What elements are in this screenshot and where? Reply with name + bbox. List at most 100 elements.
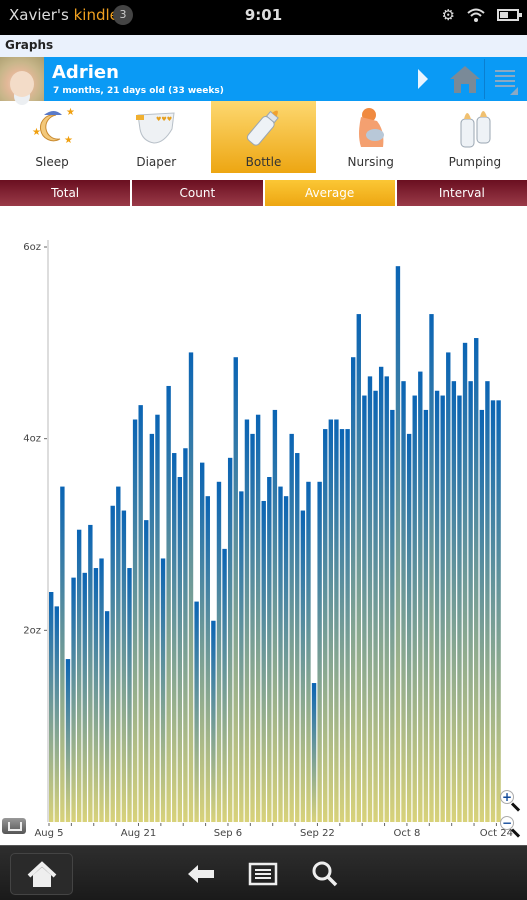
bar[interactable] [233,357,238,822]
bar[interactable] [82,572,87,822]
bar[interactable] [429,314,434,822]
bar[interactable] [300,510,306,822]
nav-home-button[interactable] [10,853,73,895]
bar[interactable] [272,409,278,822]
bar[interactable] [345,429,350,822]
bar[interactable] [485,381,490,822]
bar[interactable] [99,558,104,822]
bar[interactable] [462,342,468,822]
bar[interactable] [423,409,429,822]
bar[interactable] [395,266,401,822]
bar[interactable] [216,481,222,822]
bar[interactable] [200,462,205,823]
avatar[interactable] [0,57,44,101]
zoom-in-icon[interactable]: + [500,790,524,814]
bar[interactable] [496,400,501,822]
bar[interactable] [367,376,373,823]
bar[interactable] [261,500,266,822]
bar[interactable] [54,606,59,823]
zoom-out-icon[interactable]: − [500,816,524,840]
tab-count[interactable]: Count [132,180,263,206]
bar[interactable] [222,548,227,823]
bar[interactable] [160,558,166,822]
bar[interactable] [451,381,457,822]
bar[interactable] [132,419,138,823]
bar[interactable] [211,620,216,822]
bar[interactable] [65,659,71,822]
bar[interactable] [127,568,132,822]
bar[interactable] [334,419,339,823]
bar[interactable] [93,568,99,822]
bar[interactable] [88,524,93,822]
bar[interactable] [183,448,188,822]
bar[interactable] [172,453,177,822]
bar[interactable] [390,409,395,822]
menu-icon[interactable] [248,862,278,886]
bar[interactable] [283,496,289,822]
bar[interactable] [406,433,412,822]
bar[interactable] [194,601,199,822]
back-arrow-icon[interactable] [186,863,216,885]
bar[interactable] [278,486,283,822]
bar[interactable] [110,505,115,822]
bar[interactable] [76,529,82,822]
bar[interactable] [149,433,155,822]
bar[interactable] [289,433,294,822]
bar[interactable] [188,352,194,822]
bar[interactable] [155,414,160,822]
bar[interactable] [474,338,479,822]
tab-total[interactable]: Total [0,180,131,206]
bar[interactable] [457,395,462,822]
category-sleep[interactable]: ★ ★ ★ Sleep [0,101,104,173]
bar-chart[interactable]: 2oz4oz6oz Aug 5 Aug 21 Sep 6 Sep 22 Oct 8 Oct… [0,206,527,846]
bar[interactable] [373,390,378,822]
bar[interactable] [116,486,121,822]
bar[interactable] [418,371,423,822]
bar[interactable] [317,481,322,822]
bar[interactable] [306,481,311,822]
home-button[interactable] [444,57,484,101]
bar[interactable] [104,611,110,822]
bar[interactable] [205,496,210,822]
bar[interactable] [362,395,367,822]
category-diaper[interactable]: ♥♥♥ Diaper [104,101,208,173]
category-pumping[interactable]: Pumping [423,101,527,173]
bar[interactable] [328,419,334,823]
bar[interactable] [440,395,445,822]
tab-average[interactable]: Average [264,180,395,206]
category-nursing[interactable]: Nursing [319,101,423,173]
bar[interactable] [166,385,171,822]
next-child-arrow-icon[interactable] [418,69,428,89]
tab-interval[interactable]: Interval [396,180,527,206]
bar[interactable] [227,457,233,822]
bar[interactable] [356,314,361,822]
bar[interactable] [311,683,317,822]
bar[interactable] [468,381,473,822]
bar[interactable] [244,419,250,823]
bar[interactable] [479,409,485,822]
bar[interactable] [323,429,328,822]
bar[interactable] [144,520,149,823]
bar[interactable] [412,395,417,822]
share-icon[interactable] [2,818,26,834]
bar[interactable] [49,592,54,822]
bar[interactable] [177,477,183,822]
gear-icon[interactable]: ⚙ [442,6,455,24]
bar[interactable] [121,510,127,822]
bar[interactable] [250,433,255,822]
bar[interactable] [401,381,406,822]
bar[interactable] [378,366,384,822]
overflow-menu-button[interactable] [490,67,520,95]
bar[interactable] [71,577,76,823]
bar[interactable] [351,357,356,822]
bar[interactable] [384,376,389,823]
bar[interactable] [339,429,345,822]
bar[interactable] [60,486,65,822]
search-icon[interactable] [311,860,339,888]
bar[interactable] [255,414,261,822]
bar[interactable] [434,390,440,822]
bar[interactable] [138,405,143,823]
bar[interactable] [239,491,244,822]
category-bottle[interactable]: Bottle [211,101,316,173]
bar[interactable] [295,453,300,822]
